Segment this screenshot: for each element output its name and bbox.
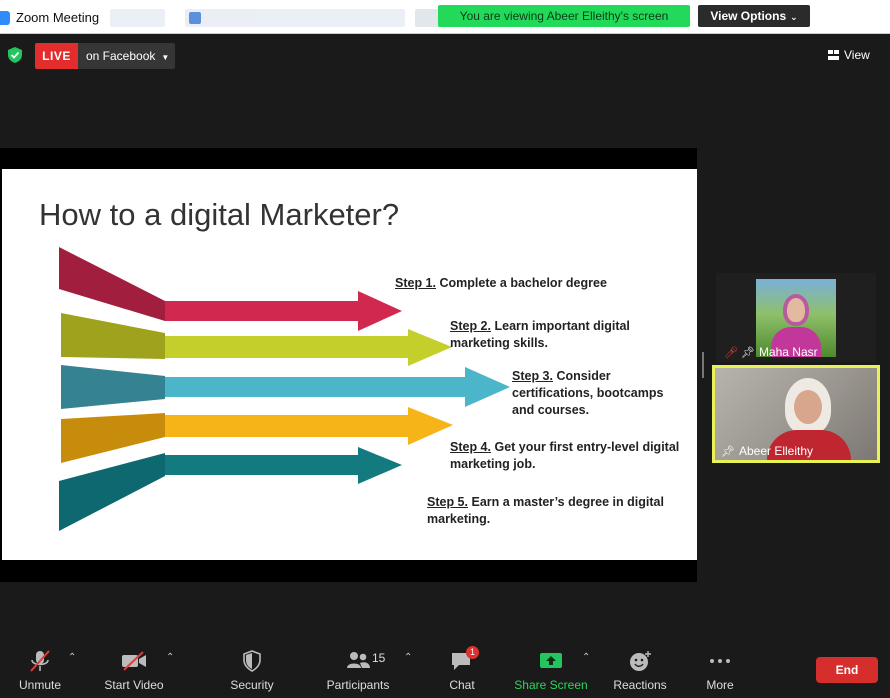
step-3-line2: certifications, bootcamps	[512, 386, 664, 400]
participants-label: Participants	[326, 678, 390, 692]
presentation-slide: How to a digital Marketer? Step 1. Compl…	[2, 169, 697, 560]
caret-down-icon: ▼	[161, 53, 170, 62]
participant-tile-abeer[interactable]: 📌︎ Abeer Elleithy	[712, 365, 880, 463]
background-tab	[185, 9, 405, 27]
arrow-2	[165, 329, 452, 366]
share-screen-icon	[540, 653, 562, 668]
view-options-button[interactable]: View Options ⌄	[698, 5, 810, 27]
step-3-label: Step 3.	[512, 369, 553, 383]
unmute-button[interactable]: Unmute	[8, 638, 72, 694]
chat-label: Chat	[449, 678, 475, 692]
view-grid-icon	[828, 50, 839, 60]
share-screen-button[interactable]: Share Screen	[512, 638, 590, 694]
arrow-4	[165, 407, 453, 445]
step-5-line2: marketing.	[427, 512, 491, 526]
security-shield-icon	[243, 650, 261, 672]
step-2-label: Step 2.	[450, 319, 491, 333]
pin-icon: 📌︎	[740, 347, 755, 359]
viewing-screen-banner: You are viewing Abeer Elleithy's screen	[438, 5, 690, 27]
share-options-caret[interactable]: ⌃	[582, 652, 590, 663]
reactions-smiley-icon	[630, 651, 651, 671]
more-label: More	[706, 678, 734, 692]
video-off-icon	[122, 651, 146, 671]
step-3-line1: Consider	[556, 369, 611, 383]
more-button[interactable]: More	[696, 638, 744, 694]
meeting-toolbar: Unmute ⌃ Start Video ⌃ Security Particip…	[0, 638, 890, 698]
window-titlebar: Zoom Meeting You are viewing Abeer Ellei…	[0, 0, 890, 34]
arrow-3	[165, 367, 510, 407]
view-options-label: View Options	[710, 9, 787, 23]
more-dots-icon	[710, 659, 730, 663]
step-4-text: Step 4. Get your first entry-level digit…	[450, 439, 679, 473]
step-4-line1: Get your first entry-level digital	[494, 440, 680, 454]
chat-button[interactable]: 1 Chat	[440, 638, 484, 694]
arrow-2-tail	[61, 313, 165, 359]
participants-button[interactable]: Participants	[322, 638, 394, 694]
reactions-label: Reactions	[613, 678, 667, 692]
panel-resize-handle[interactable]	[702, 352, 704, 378]
start-video-button[interactable]: Start Video	[100, 638, 168, 694]
share-screen-label: Share Screen	[514, 678, 588, 692]
arrow-1-tail	[59, 247, 165, 321]
security-label: Security	[230, 678, 274, 692]
participant-name: 📌︎ Abeer Elleithy	[721, 444, 814, 458]
muted-mic-icon: 🎤︎	[724, 347, 738, 359]
step-2-text: Step 2. Learn important digital marketin…	[450, 318, 630, 352]
video-options-caret[interactable]: ⌃	[166, 652, 174, 663]
security-button[interactable]: Security	[222, 638, 282, 694]
step-5-label: Step 5.	[427, 495, 468, 509]
audio-options-caret[interactable]: ⌃	[68, 652, 76, 663]
participants-icon	[347, 652, 370, 668]
step-2-line1: Learn important digital	[494, 319, 630, 333]
zoom-app-icon	[0, 11, 10, 25]
arrow-4-tail	[61, 413, 165, 463]
participants-options-caret[interactable]: ⌃	[404, 652, 412, 663]
window-title: Zoom Meeting	[16, 10, 100, 25]
step-3-text: Step 3. Consider certifications, bootcam…	[512, 368, 663, 419]
arrow-5	[165, 447, 402, 484]
security-shield-icon[interactable]	[8, 47, 22, 63]
step-5-line1: Earn a master’s degree in digital	[471, 495, 664, 509]
view-button[interactable]: View	[828, 45, 884, 65]
participant-tile-maha[interactable]: 🎤︎ 📌︎ Maha Nasr	[716, 273, 876, 362]
step-3-line3: and courses.	[512, 403, 590, 417]
reactions-button[interactable]: Reactions	[608, 638, 672, 694]
step-1-text: Step 1. Complete a bachelor degree	[395, 275, 607, 292]
start-video-label: Start Video	[104, 678, 164, 692]
step-2-line2: marketing skills.	[450, 336, 548, 350]
step-4-line2: marketing job.	[450, 457, 536, 471]
participants-count: 15	[372, 651, 386, 665]
background-tab	[110, 9, 165, 27]
arrow-3-tail	[61, 365, 165, 409]
arrow-1	[165, 291, 402, 331]
pin-icon: 📌︎	[721, 446, 735, 458]
chat-unread-badge: 1	[466, 646, 479, 659]
live-indicator[interactable]: LIVE	[35, 43, 78, 69]
step-1-line1: Complete a bachelor degree	[439, 276, 607, 290]
end-meeting-button[interactable]: End	[816, 657, 878, 683]
arrow-5-tail	[59, 453, 165, 531]
shared-screen: How to a digital Marketer? Step 1. Compl…	[0, 148, 697, 582]
chat-icon-wrap: 1	[449, 646, 479, 672]
participant-name: 🎤︎ 📌︎ Maha Nasr	[724, 345, 818, 359]
step-4-label: Step 4.	[450, 440, 491, 454]
step-1-label: Step 1.	[395, 276, 436, 290]
mic-muted-icon	[30, 650, 50, 672]
view-label: View	[844, 48, 870, 62]
chevron-down-icon: ⌄	[790, 12, 798, 22]
stream-target-label: on Facebook	[86, 49, 156, 63]
step-5-text: Step 5. Earn a master’s degree in digita…	[427, 494, 664, 528]
live-stream-target-button[interactable]: on Facebook ▼	[78, 43, 175, 69]
unmute-label: Unmute	[18, 678, 62, 692]
